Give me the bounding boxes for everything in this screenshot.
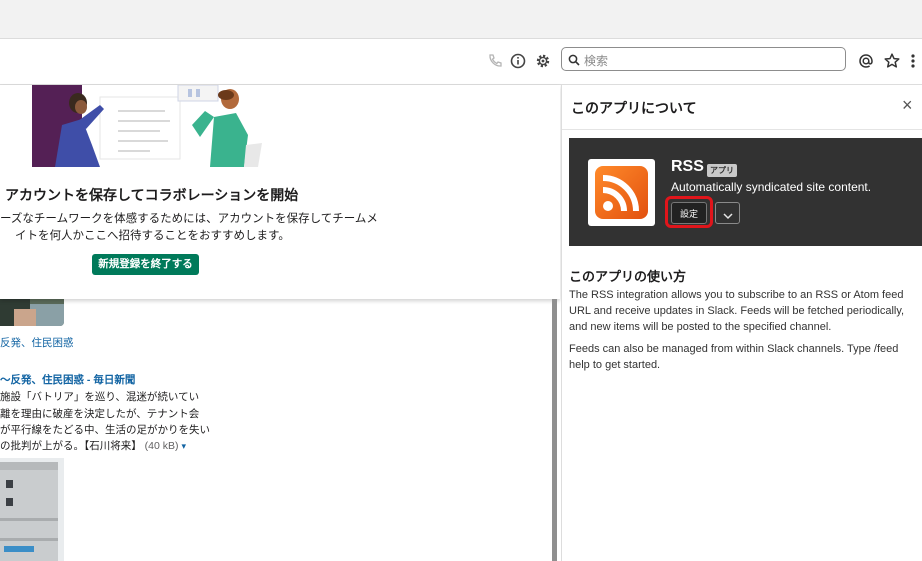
- search-placeholder: 検索: [584, 54, 609, 68]
- news-thumbnail[interactable]: [0, 299, 64, 326]
- news-body-line: が平行線をたどる中、生活の足がかりを失い: [0, 424, 210, 436]
- promo-description: ーズなチームワークを体感するためには、アカウントを保存してチームメ: [0, 213, 378, 225]
- collaboration-illustration: [0, 84, 300, 167]
- app-name: RSS: [671, 158, 704, 175]
- news-body-line: 離を理由に破産を決定したが、テナント会: [0, 408, 200, 420]
- app-badge: アプリ: [707, 164, 737, 177]
- chevron-down-icon: [722, 208, 734, 220]
- news-body-line: 施設「バトリア」を巡り、混迷が続いてい: [0, 391, 200, 403]
- search-icon: [568, 53, 580, 66]
- howto-description: The RSS integration allows you to subscr…: [569, 289, 905, 333]
- more-options-button[interactable]: [715, 202, 740, 224]
- rss-app-icon: [588, 159, 655, 226]
- chevron-down-icon[interactable]: ▾: [181, 441, 186, 451]
- promo-title: アカウントを保存してコラボレーションを開始: [5, 187, 299, 203]
- news-body-text: の批判が上がる。【石川将来】: [0, 440, 142, 452]
- title-bar: [0, 0, 922, 39]
- howto-title: このアプリの使い方: [569, 269, 687, 284]
- search-input[interactable]: 検索: [561, 47, 846, 71]
- gear-icon[interactable]: [534, 52, 552, 70]
- star-icon[interactable]: [883, 52, 901, 70]
- howto-description: Feeds can also be managed from within Sl…: [569, 343, 899, 371]
- promo-description: イトを何人かここへ招待することをおすすめします。: [15, 230, 290, 242]
- phone-icon[interactable]: [486, 52, 504, 70]
- news-image[interactable]: [0, 458, 64, 561]
- app-description: Automatically syndicated site content.: [671, 180, 872, 194]
- highlight-box: [665, 196, 713, 228]
- news-headline-link[interactable]: ～反発、住民困惑 - 毎日新聞: [0, 372, 135, 387]
- divider: [562, 129, 922, 130]
- news-source-link[interactable]: 反発、住民困惑: [0, 335, 74, 350]
- panel-title: このアプリについて: [571, 100, 697, 116]
- kebab-menu-icon[interactable]: [908, 52, 918, 70]
- file-size: (40 kB): [144, 440, 179, 452]
- info-icon[interactable]: [509, 52, 527, 70]
- news-body-line: の批判が上がる。【石川将来】 (40 kB) ▾: [0, 438, 186, 453]
- scrollbar[interactable]: [552, 299, 557, 561]
- finish-signup-button[interactable]: 新規登録を終了する: [92, 254, 199, 275]
- close-icon[interactable]: ×: [902, 96, 918, 114]
- mention-icon[interactable]: [857, 52, 875, 70]
